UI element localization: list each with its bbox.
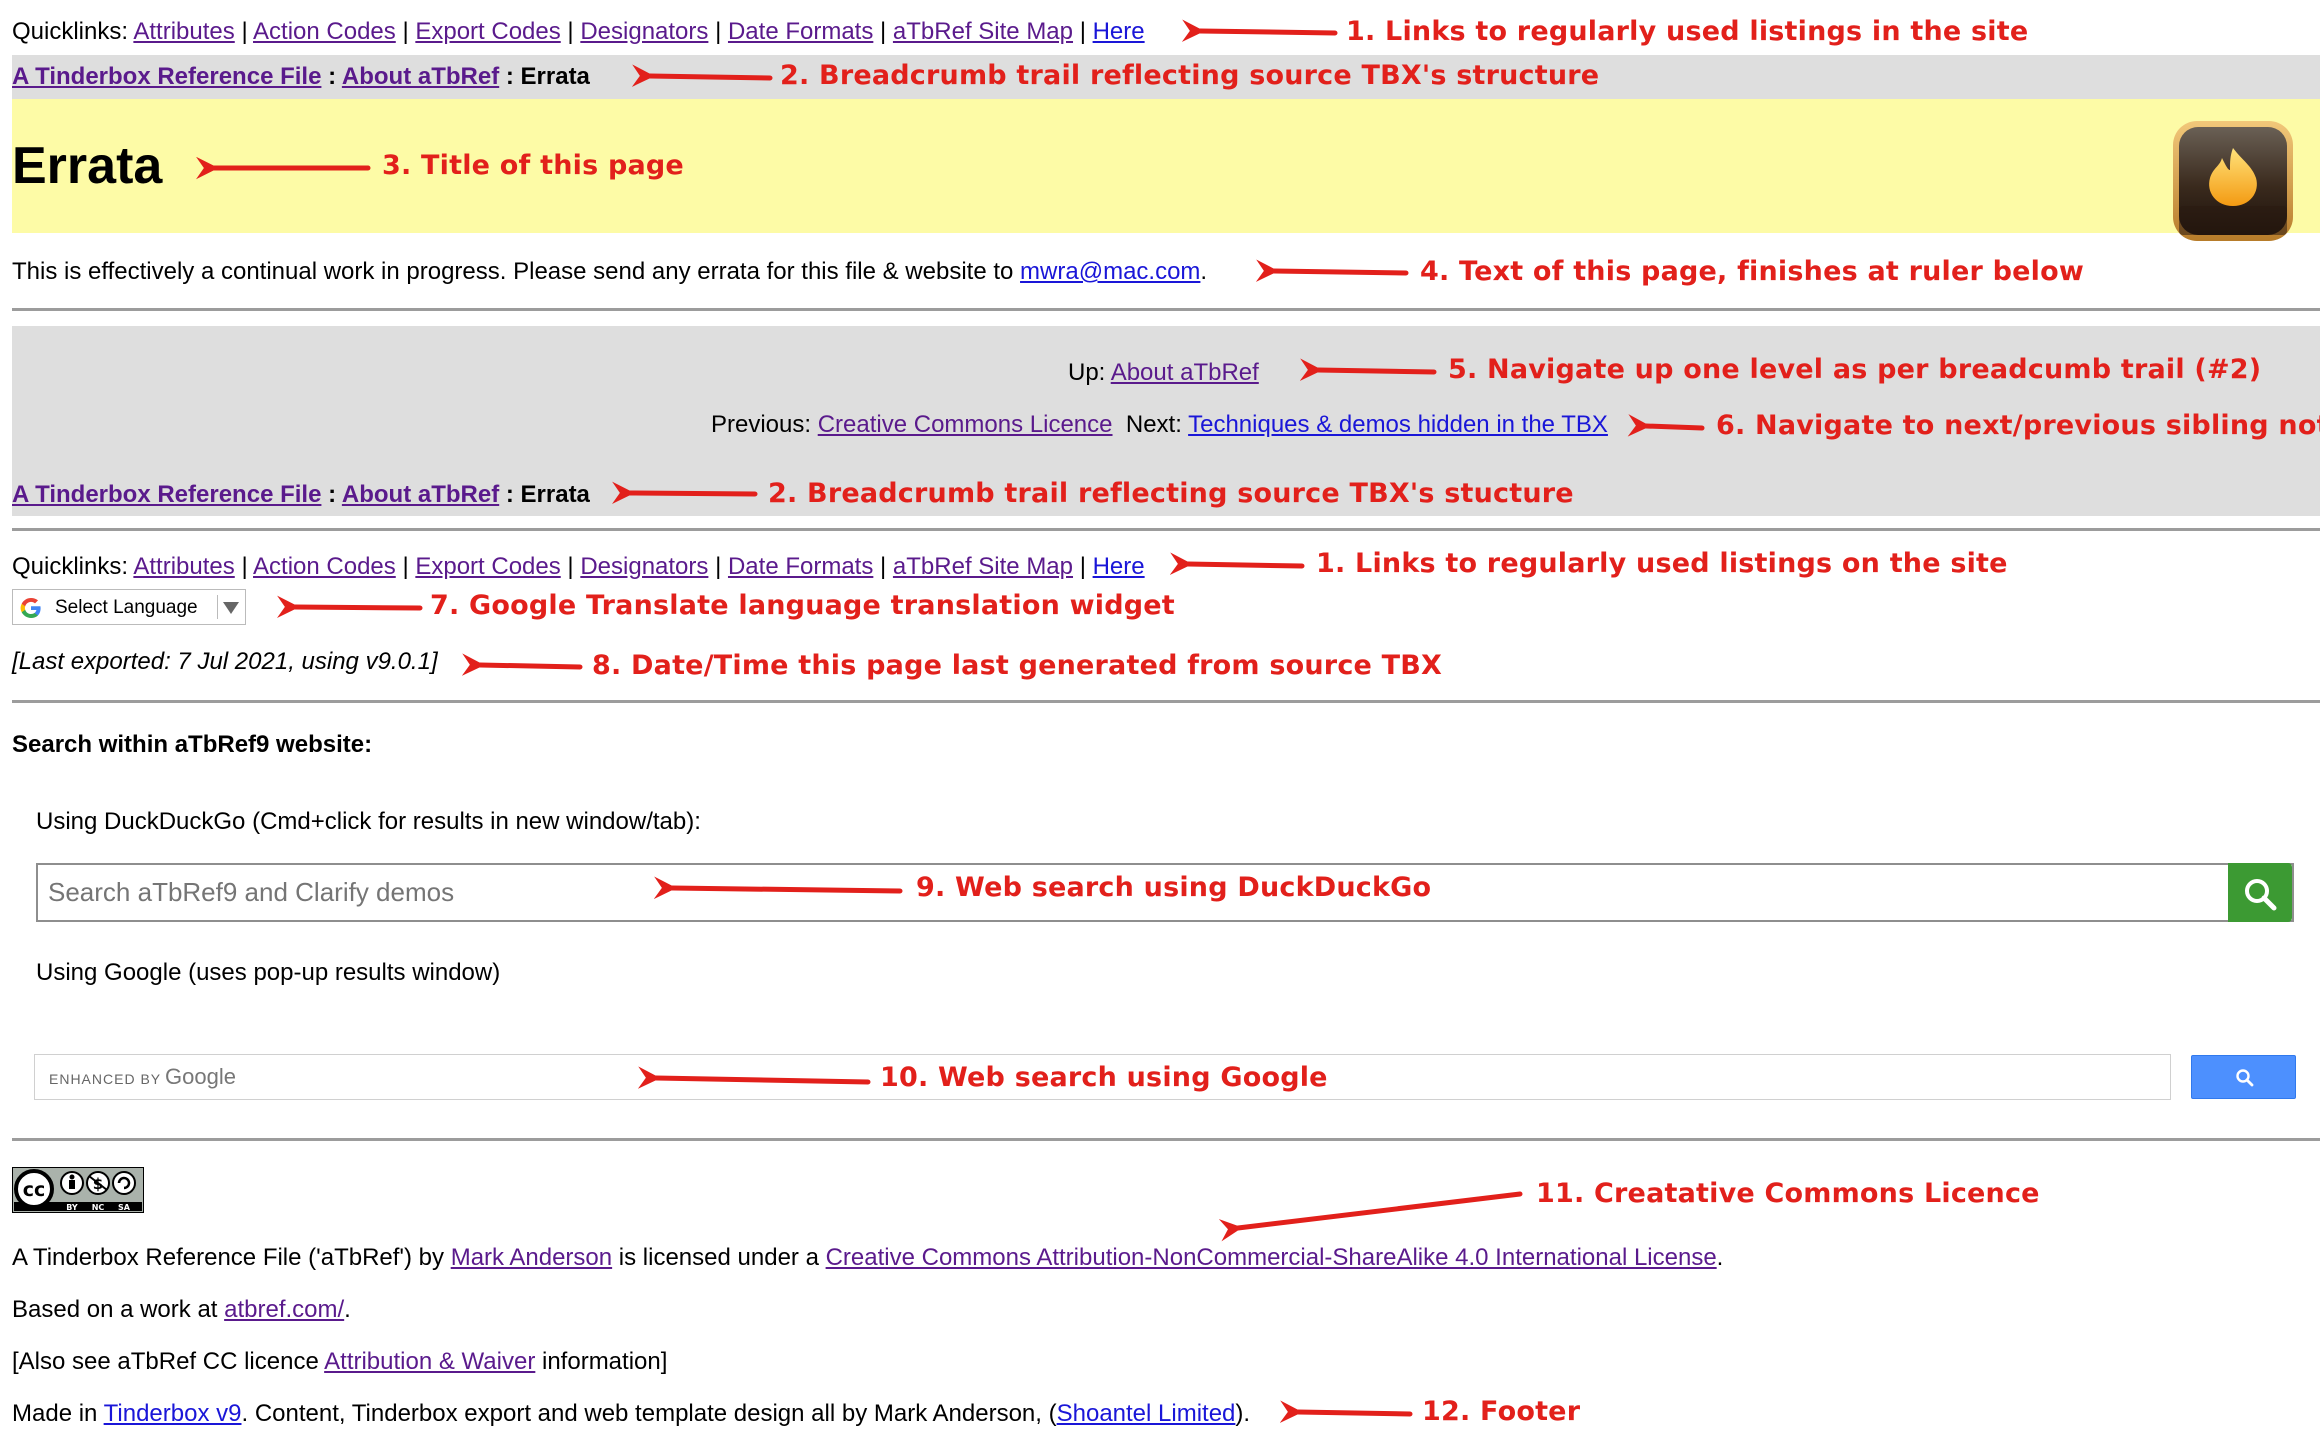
annotation-label: 2. Breadcrumb trail reflecting source TB… — [780, 60, 1600, 91]
annotation-arrow — [461, 653, 583, 676]
annotation-label: 12. Footer — [1422, 1396, 1581, 1427]
annotation-label: 1. Links to regularly used listings on t… — [1316, 548, 2008, 579]
annotation-label: 8. Date/Time this page last generated fr… — [592, 650, 1443, 681]
annotation-arrow — [1255, 259, 1409, 282]
annotation-label: 7. Google Translate language translation… — [430, 590, 1175, 621]
annotation-label: 5. Navigate up one level as per breadcum… — [1448, 354, 2262, 385]
annotation-arrow — [276, 595, 423, 619]
annotation-label: 4. Text of this page, finishes at ruler … — [1420, 256, 2084, 287]
annotation-arrow — [1299, 358, 1437, 381]
annotation-arrow — [1169, 552, 1305, 575]
annotation-arrow — [637, 1066, 871, 1089]
annotation-arrow — [1218, 1191, 1523, 1242]
annotation-arrow — [653, 876, 903, 900]
annotation-arrow — [631, 64, 773, 87]
annotation-arrow — [1627, 414, 1705, 437]
annotation-label: 10. Web search using Google — [880, 1062, 1328, 1093]
annotation-label: 2. Breadcrumb trail reflecting source TB… — [768, 478, 1574, 509]
annotation-arrow — [1279, 1400, 1413, 1423]
annotation-label: 11. Creatative Commons Licence — [1536, 1178, 2040, 1209]
annotation-arrows — [196, 19, 1705, 1423]
annotation-label: 3. Title of this page — [382, 150, 684, 181]
annotation-label: 9. Web search using DuckDuckGo — [916, 872, 1432, 903]
annotation-label: 6. Navigate to next/previous sibling not… — [1716, 410, 2320, 441]
annotation-arrow — [1181, 19, 1338, 42]
annotation-label: 1. Links to regularly used listings in t… — [1346, 16, 2029, 47]
annotation-arrow — [611, 481, 758, 505]
